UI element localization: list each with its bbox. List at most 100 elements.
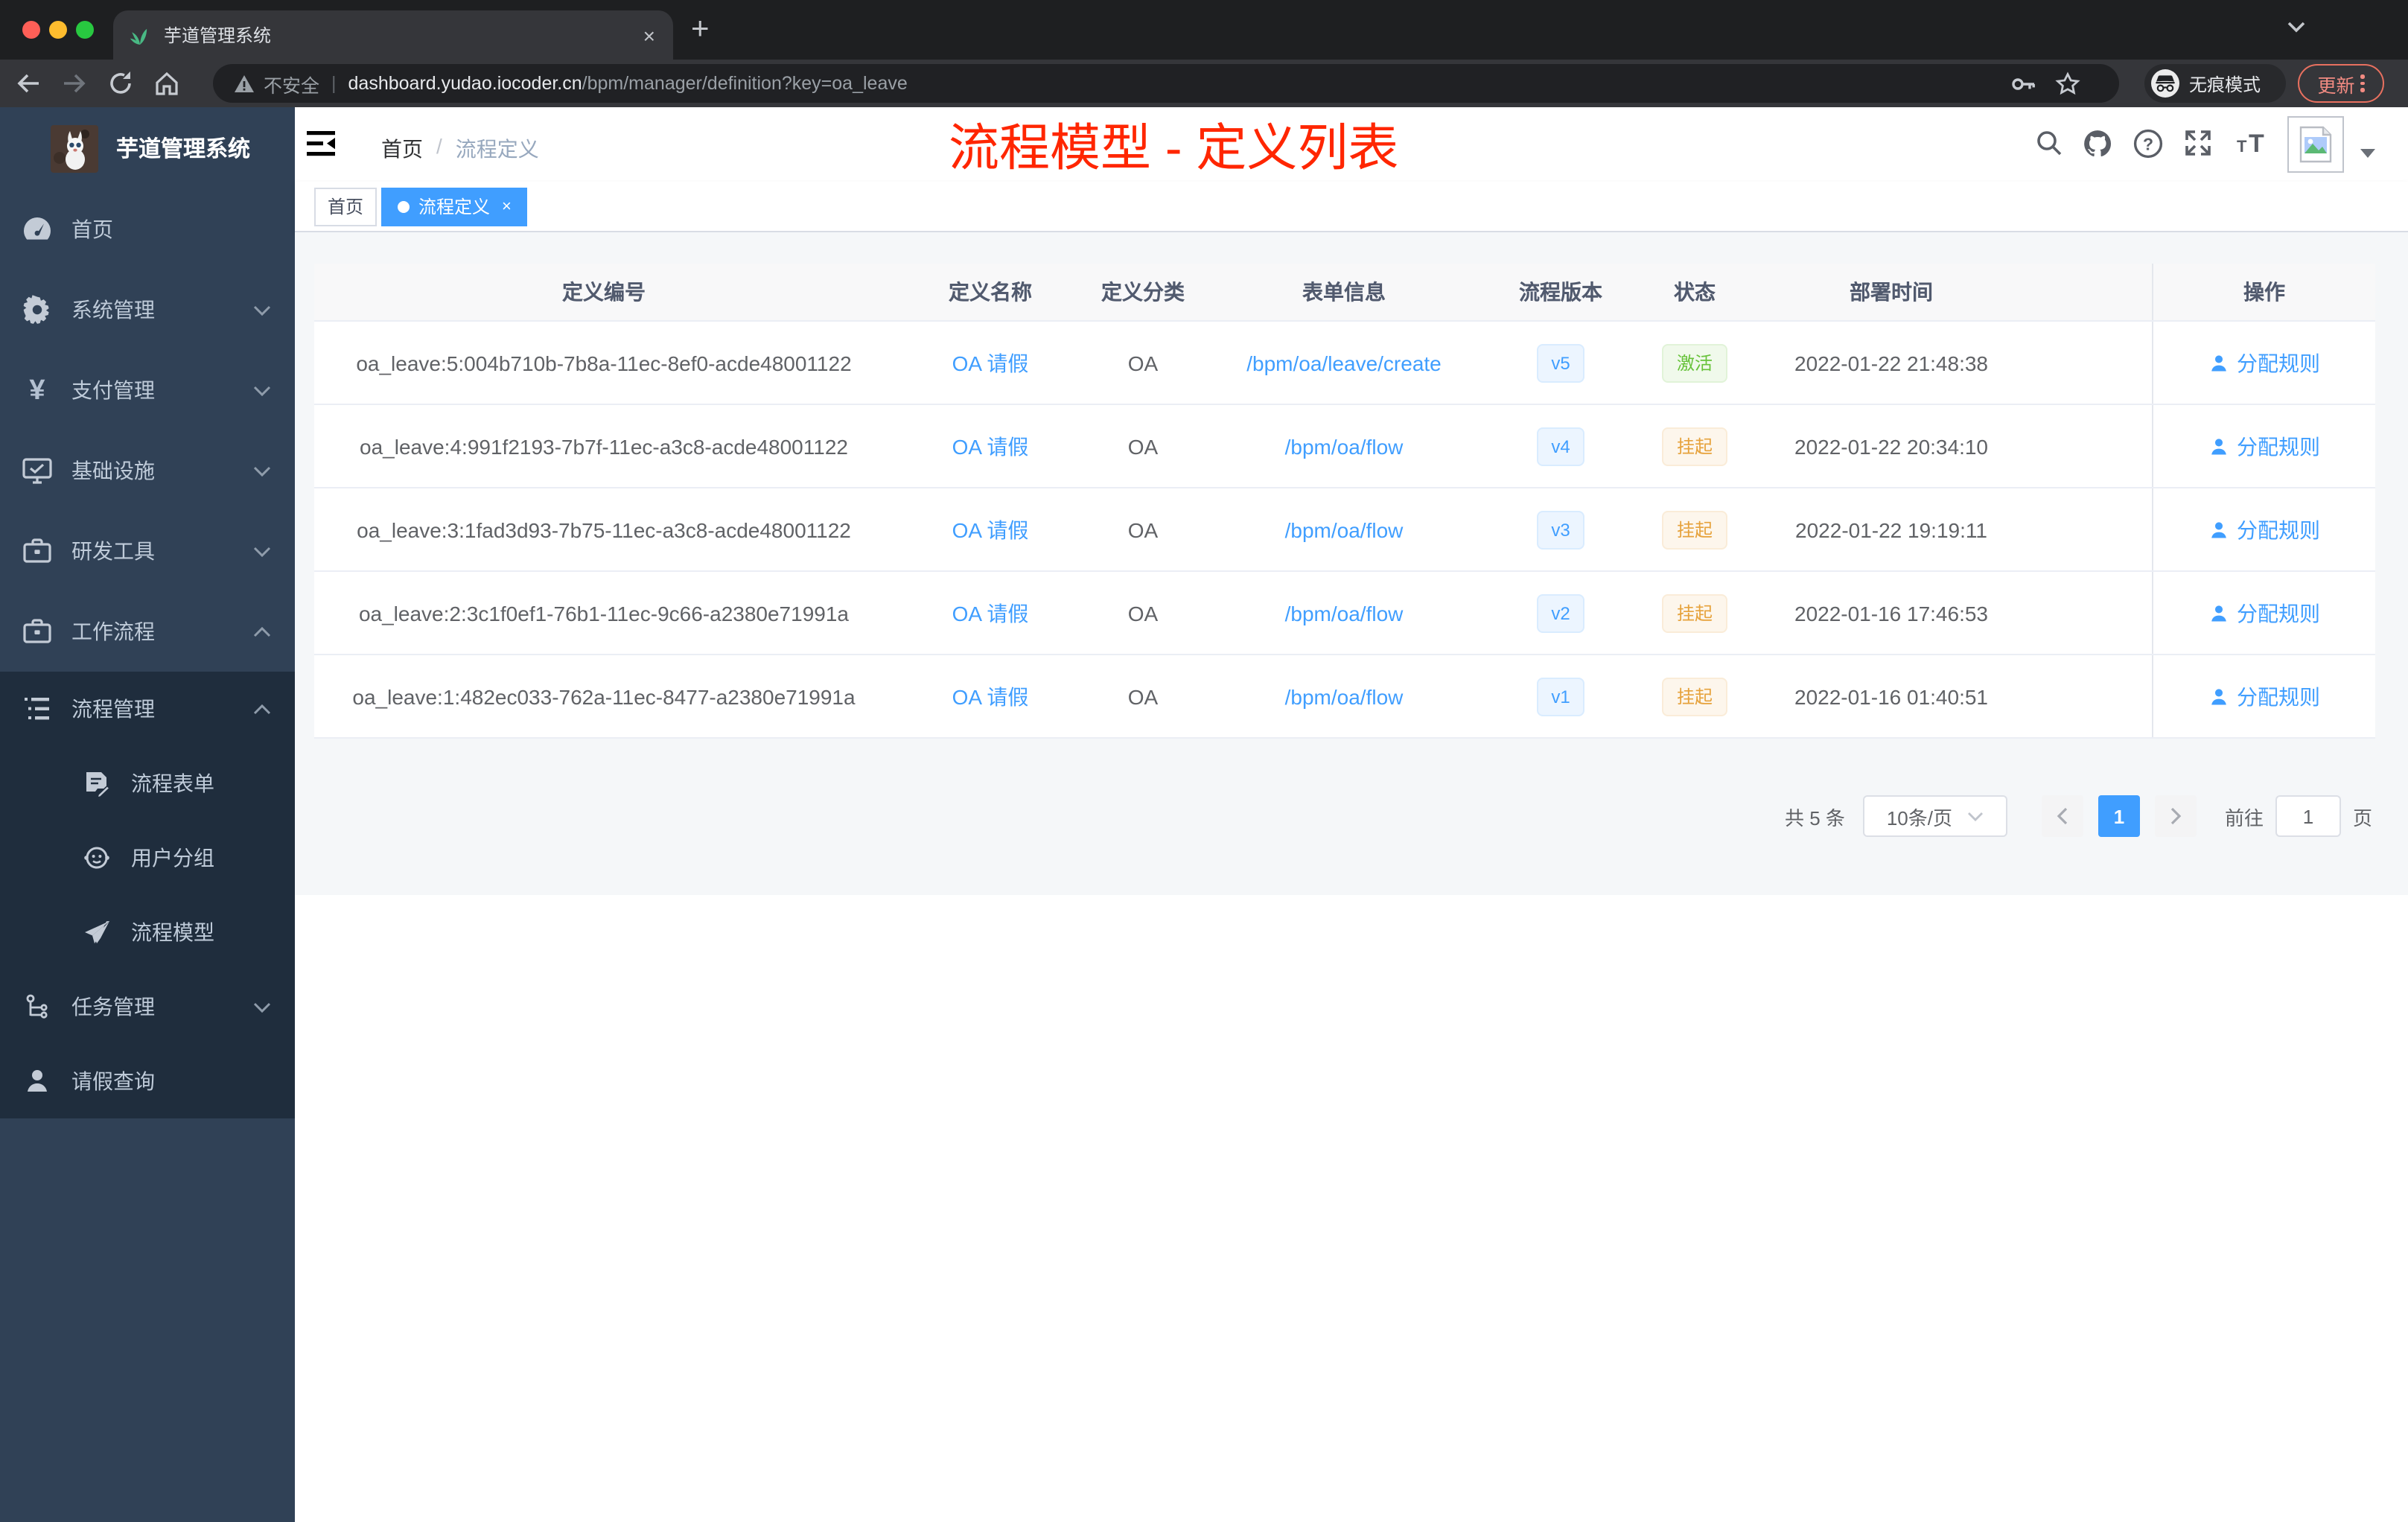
sidebar-collapse-icon[interactable] <box>307 131 335 156</box>
breadcrumb-home[interactable]: 首页 <box>381 134 423 164</box>
sidebar-logo[interactable]: 芋道管理系统 <box>0 107 295 189</box>
table-row: oa_leave:5:004b710b-7b8a-11ec-8ef0-acde4… <box>314 322 2375 405</box>
tab-favicon-plant-icon <box>128 23 152 47</box>
incognito-label: 无痕模式 <box>2189 74 2261 95</box>
search-icon[interactable] <box>2034 128 2064 158</box>
security-label[interactable]: 不安全 <box>264 69 319 98</box>
form-link[interactable]: /bpm/oa/flow <box>1285 434 1404 458</box>
next-page-button[interactable] <box>2154 795 2197 837</box>
form-link[interactable]: /bpm/oa/flow <box>1285 684 1404 708</box>
toolbox-icon <box>19 533 55 569</box>
definition-name-link[interactable]: OA 请假 <box>952 681 1029 711</box>
assign-rule-button[interactable]: 分配规则 <box>2208 681 2320 711</box>
table-row: oa_leave:1:482ec033-762a-11ec-8477-a2380… <box>314 655 2375 739</box>
new-tab-button[interactable]: + <box>691 12 710 48</box>
user-avatar[interactable] <box>2287 116 2344 173</box>
status-badge: 挂起 <box>1661 510 1727 549</box>
chevron-down-icon <box>1968 812 1983 821</box>
github-icon[interactable] <box>2082 128 2113 159</box>
sidebar-item-process-model[interactable]: 流程模型 <box>0 895 295 969</box>
tag-process-definition[interactable]: 流程定义 × <box>381 188 528 226</box>
status-badge: 激活 <box>1661 343 1727 382</box>
status-badge: 挂起 <box>1661 677 1727 716</box>
update-label[interactable]: 更新 <box>2317 69 2354 98</box>
page-number-current[interactable]: 1 <box>2098 795 2140 837</box>
definition-name-link[interactable]: OA 请假 <box>952 348 1029 378</box>
browser-menu-icon[interactable] <box>2360 74 2365 92</box>
bookmark-star-icon[interactable] <box>2055 71 2080 96</box>
definition-category: OA <box>1127 684 1159 708</box>
svg-text:T: T <box>2237 137 2247 156</box>
tag-close-icon[interactable]: × <box>502 189 512 225</box>
fullscreen-icon[interactable] <box>2183 128 2213 158</box>
sidebar-item-task-management[interactable]: 任务管理 <box>0 969 295 1044</box>
user-group-icon <box>79 840 115 876</box>
home-icon[interactable] <box>153 70 180 97</box>
definition-name-link[interactable]: OA 请假 <box>952 598 1029 628</box>
form-link[interactable]: /bpm/oa/flow <box>1285 518 1404 541</box>
macos-close-button[interactable] <box>22 21 40 39</box>
definition-name-link[interactable]: OA 请假 <box>952 431 1029 461</box>
sidebar-item-payment[interactable]: ¥ 支付管理 <box>0 350 295 430</box>
status-badge: 挂起 <box>1661 427 1727 465</box>
sidebar-item-process-management[interactable]: 流程管理 <box>0 672 295 746</box>
dashboard-icon <box>19 211 55 247</box>
font-size-icon[interactable]: TT <box>2234 128 2270 158</box>
browser-update-button[interactable]: 更新 <box>2298 64 2384 103</box>
sidebar-item-system[interactable]: 系统管理 <box>0 270 295 350</box>
back-icon[interactable] <box>15 70 42 97</box>
reload-icon[interactable] <box>107 70 134 97</box>
assign-rule-button[interactable]: 分配规则 <box>2208 598 2320 628</box>
user-icon <box>2211 438 2226 454</box>
sidebar-item-devtools[interactable]: 研发工具 <box>0 511 295 591</box>
column-header: 操作 <box>2152 264 2375 320</box>
chevron-down-icon <box>253 546 271 556</box>
macos-minimize-button[interactable] <box>49 21 67 39</box>
form-link[interactable]: /bpm/oa/flow <box>1285 601 1404 625</box>
page-size-select[interactable]: 10条/页 <box>1862 795 2007 837</box>
sidebar-item-home[interactable]: 首页 <box>0 189 295 270</box>
logo-title: 芋道管理系统 <box>116 137 251 162</box>
definition-category: OA <box>1127 351 1159 375</box>
column-header: 定义名称 <box>949 280 1032 304</box>
tag-home[interactable]: 首页 <box>314 188 378 226</box>
help-icon[interactable]: ? <box>2133 128 2164 159</box>
column-header: 状态 <box>1674 280 1716 304</box>
browser-toolbar: 不安全 | dashboard.yudao.iocoder.cn/bpm/man… <box>0 60 2408 107</box>
sidebar-item-infra[interactable]: 基础设施 <box>0 430 295 511</box>
logo-rabbit-avatar <box>51 124 98 172</box>
version-badge: v4 <box>1536 427 1585 465</box>
security-warning-icon[interactable] <box>234 74 255 93</box>
password-key-icon[interactable] <box>2010 71 2036 96</box>
url-divider: | <box>331 73 337 94</box>
sidebar-item-process-form[interactable]: 流程表单 <box>0 746 295 821</box>
table-header-row: 定义编号 定义名称 定义分类 表单信息 流程版本 状态 部署时间 操作 <box>314 264 2375 322</box>
assign-rule-button[interactable]: 分配规则 <box>2208 348 2320 378</box>
address-bar[interactable]: 不安全 | dashboard.yudao.iocoder.cn/bpm/man… <box>213 64 2119 103</box>
yen-icon: ¥ <box>29 375 45 406</box>
definition-name-link[interactable]: OA 请假 <box>952 515 1029 544</box>
avatar-caret-down-icon[interactable] <box>2360 149 2375 158</box>
definition-category: OA <box>1127 518 1159 541</box>
sidebar-item-leave-query[interactable]: 请假查询 <box>0 1044 295 1118</box>
url-text: dashboard.yudao.iocoder.cn/bpm/manager/d… <box>348 73 908 94</box>
assign-rule-button[interactable]: 分配规则 <box>2208 431 2320 461</box>
svg-text:T: T <box>2249 130 2264 158</box>
column-header: 流程版本 <box>1519 280 1602 304</box>
sidebar-item-workflow[interactable]: 工作流程 <box>0 591 295 672</box>
tab-close-icon[interactable]: × <box>640 25 658 45</box>
assign-rule-button[interactable]: 分配规则 <box>2208 515 2320 544</box>
browser-tab[interactable]: 芋道管理系统 × <box>113 10 673 60</box>
version-badge: v1 <box>1536 677 1585 716</box>
version-badge: v3 <box>1536 510 1585 549</box>
forward-icon[interactable] <box>61 70 88 97</box>
active-tag-dot <box>398 201 410 213</box>
macos-zoom-button[interactable] <box>76 21 94 39</box>
sidebar-item-user-group[interactable]: 用户分组 <box>0 821 295 895</box>
goto-page-input[interactable] <box>2275 795 2341 837</box>
prev-page-button[interactable] <box>2041 795 2083 837</box>
definition-id: oa_leave:4:991f2193-7b7f-11ec-a3c8-acde4… <box>360 434 848 458</box>
form-link[interactable]: /bpm/oa/leave/create <box>1246 351 1442 375</box>
page-unit-label: 页 <box>2352 806 2372 829</box>
tab-search-chevron-icon[interactable] <box>2287 21 2305 33</box>
